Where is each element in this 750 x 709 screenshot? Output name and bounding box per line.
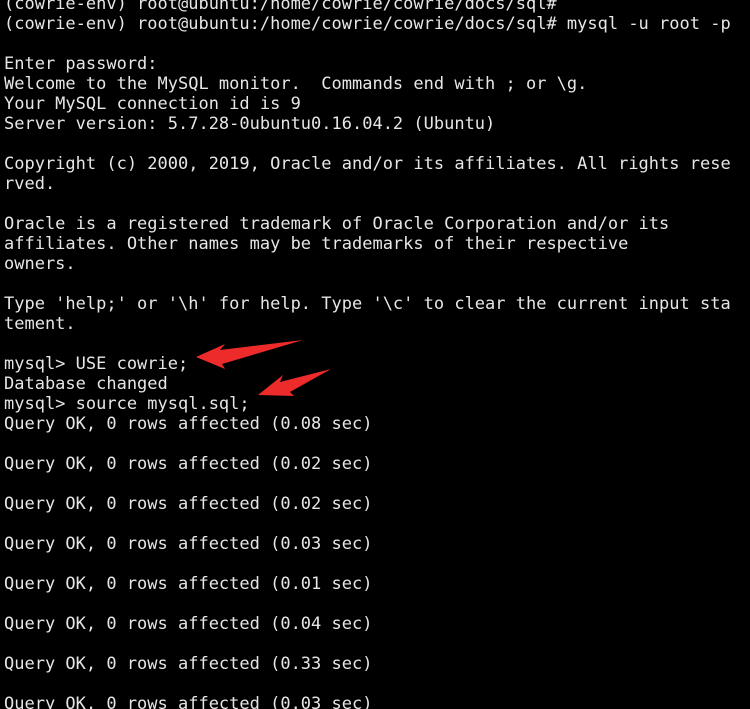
terminal-line: owners.: [4, 254, 76, 274]
terminal-line: rved.: [4, 174, 56, 194]
terminal-line: Copyright (c) 2000, 2019, Oracle and/or …: [4, 154, 731, 174]
terminal-line: Server version: 5.7.28-0ubuntu0.16.04.2 …: [4, 114, 496, 134]
terminal-line: Oracle is a registered trademark of Orac…: [4, 214, 670, 234]
terminal-line: Welcome to the MySQL monitor. Commands e…: [4, 74, 588, 94]
terminal-line: mysql> source mysql.sql;: [4, 394, 250, 414]
terminal-line: Query OK, 0 rows affected (0.02 sec): [4, 454, 373, 474]
terminal-line: mysql> USE cowrie;: [4, 354, 189, 374]
terminal-line: Query OK, 0 rows affected (0.03 sec): [4, 534, 373, 554]
terminal-line: Enter password:: [4, 54, 158, 74]
terminal-line: Database changed: [4, 374, 168, 394]
terminal-line: Query OK, 0 rows affected (0.02 sec): [4, 494, 373, 514]
terminal-line: Query OK, 0 rows affected (0.04 sec): [4, 614, 373, 634]
terminal-line: (cowrie-env) root@ubuntu:/home/cowrie/co…: [4, 0, 557, 14]
terminal-line: Type 'help;' or '\h' for help. Type '\c'…: [4, 294, 731, 314]
terminal-window[interactable]: (cowrie-env) root@ubuntu:/home/cowrie/co…: [0, 0, 750, 709]
terminal-line: (cowrie-env) root@ubuntu:/home/cowrie/co…: [4, 14, 731, 34]
terminal-line: Query OK, 0 rows affected (0.01 sec): [4, 574, 373, 594]
terminal-line: Query OK, 0 rows affected (0.08 sec): [4, 414, 373, 434]
terminal-line: affiliates. Other names may be trademark…: [4, 234, 629, 254]
terminal-line: Query OK, 0 rows affected (0.33 sec): [4, 654, 373, 674]
terminal-line: Query OK, 0 rows affected (0.03 sec): [4, 694, 373, 709]
terminal-line: Your MySQL connection id is 9: [4, 94, 301, 114]
terminal-line: tement.: [4, 314, 76, 334]
terminal-screen: (cowrie-env) root@ubuntu:/home/cowrie/co…: [0, 0, 750, 709]
